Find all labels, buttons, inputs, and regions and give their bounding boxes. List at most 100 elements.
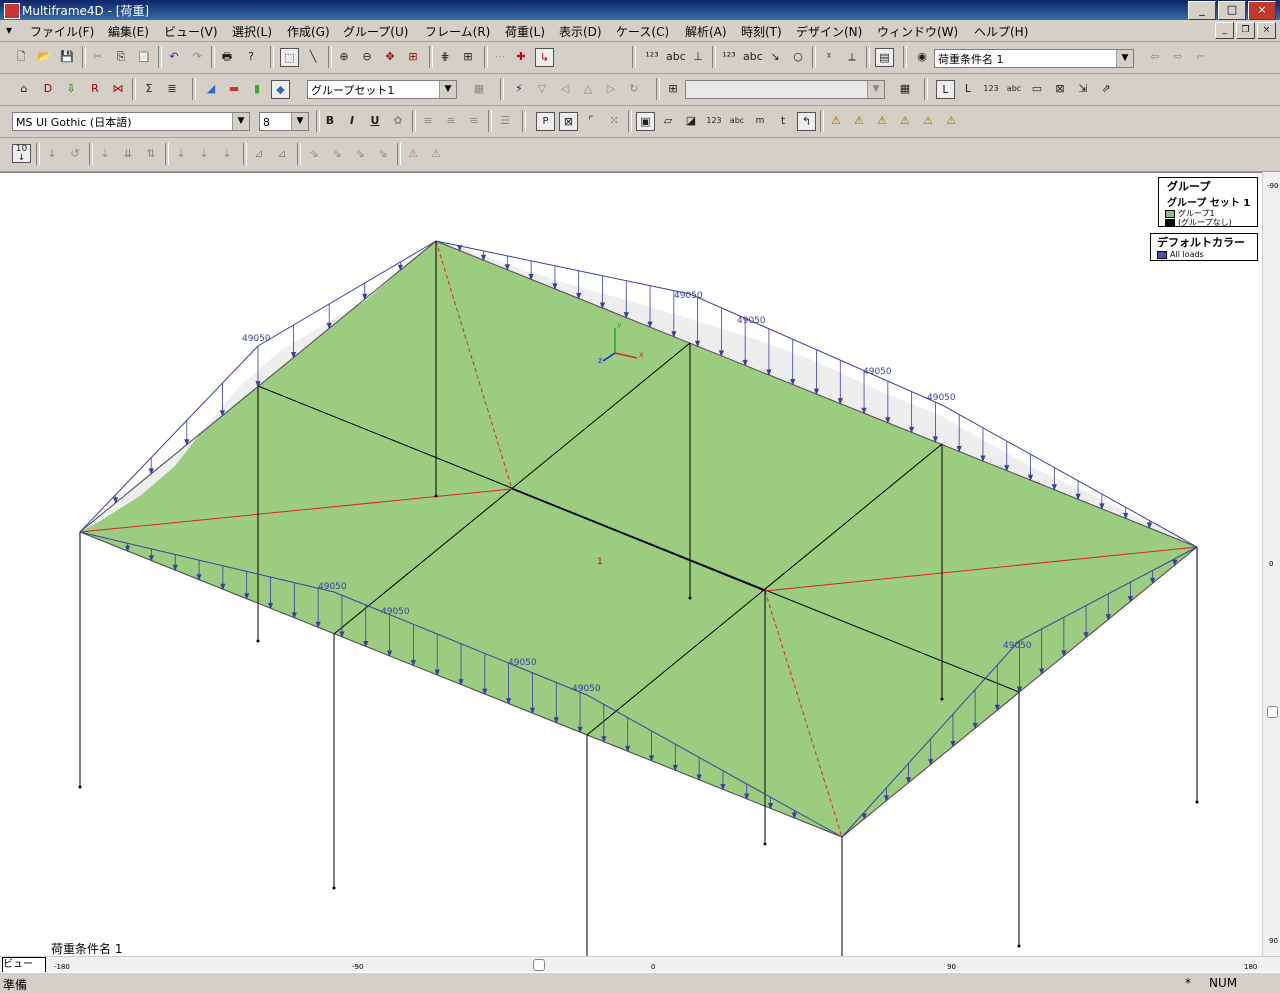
list-icon[interactable]: ☰ bbox=[496, 112, 514, 130]
load-case-select[interactable]: 荷重条件名 1 ▼ bbox=[934, 49, 1134, 68]
prev-case-icon[interactable]: ⇦ bbox=[1146, 48, 1164, 66]
label-results-icon[interactable]: ⇗ bbox=[1097, 80, 1115, 98]
render-section-icon[interactable]: ▮ bbox=[248, 80, 266, 98]
label-large-icon[interactable]: L bbox=[936, 80, 955, 99]
snap-grid-icon[interactable]: ⋯ bbox=[491, 48, 509, 66]
rotate-down-icon[interactable]: ▽ bbox=[533, 80, 551, 98]
menu-display[interactable]: 表示(D) bbox=[559, 23, 602, 40]
member-point-load-icon[interactable]: ⇣ bbox=[96, 145, 114, 163]
member-moment-icon[interactable]: ⇅ bbox=[142, 145, 160, 163]
cut-icon[interactable]: ✂ bbox=[89, 48, 107, 66]
next-case-icon[interactable]: ⇨ bbox=[1169, 48, 1187, 66]
save-icon[interactable]: 💾 bbox=[58, 48, 76, 66]
menu-design[interactable]: デザイン(N) bbox=[796, 23, 862, 40]
italic-button[interactable]: I bbox=[343, 112, 361, 130]
load-triangle-6-icon[interactable]: ⚠ bbox=[942, 112, 960, 130]
plate-thickness-icon[interactable]: t bbox=[774, 112, 792, 130]
rotate-right-icon[interactable]: ▷ bbox=[602, 80, 620, 98]
load-triangle-3-icon[interactable]: ⚠ bbox=[873, 112, 891, 130]
menu-time[interactable]: 時刻(T) bbox=[741, 23, 782, 40]
rotate-up-icon[interactable]: △ bbox=[579, 80, 597, 98]
menu-select[interactable]: 選択(L) bbox=[232, 23, 272, 40]
thermal-load-icon[interactable]: ⊿ bbox=[250, 145, 268, 163]
area-load-2-icon[interactable]: ⚠ bbox=[427, 145, 445, 163]
minimize-button[interactable]: _ bbox=[1188, 1, 1216, 20]
render-flat-icon[interactable]: ◢ bbox=[202, 80, 220, 98]
snap-node-icon[interactable]: ✚ bbox=[512, 48, 530, 66]
text-style-icon[interactable]: ✿ bbox=[389, 112, 407, 130]
view-tab[interactable]: ビュー bbox=[2, 957, 46, 973]
plate-shade-icon[interactable]: ◪ bbox=[682, 112, 700, 130]
underline-button[interactable]: U bbox=[366, 112, 384, 130]
help-icon[interactable]: ? bbox=[242, 48, 260, 66]
plate-load-3-icon[interactable]: ⇘ bbox=[351, 145, 369, 163]
zoom-out-icon[interactable]: ⊖ bbox=[358, 48, 376, 66]
plate-load-2-icon[interactable]: ⇘ bbox=[328, 145, 346, 163]
render-solid-icon[interactable]: ◆ bbox=[271, 80, 290, 99]
diagram-view-icon[interactable]: ⋈ bbox=[109, 80, 127, 98]
plate-dots-icon[interactable]: ⁙ bbox=[605, 112, 623, 130]
close-button[interactable]: × bbox=[1248, 1, 1276, 20]
select-box-icon[interactable]: ⬚ bbox=[280, 48, 299, 67]
label-load-icon[interactable]: ⇲ bbox=[1074, 80, 1092, 98]
global-load-2-icon[interactable]: ⇣ bbox=[195, 145, 213, 163]
align-center-icon[interactable]: ≡ bbox=[442, 112, 460, 130]
plate-label-icon[interactable]: abc bbox=[728, 112, 746, 130]
menu-group[interactable]: グループ(U) bbox=[343, 23, 408, 40]
plate-number-icon[interactable]: 123 bbox=[705, 112, 723, 130]
plate-diag-icon[interactable]: ⊠ bbox=[559, 112, 578, 131]
table-icon[interactable]: ⊞ bbox=[664, 80, 682, 98]
vertical-slider-thumb[interactable] bbox=[1267, 706, 1278, 718]
node-supports-icon[interactable]: ⊥ bbox=[689, 48, 707, 66]
moment-load-icon[interactable]: ↺ bbox=[66, 145, 84, 163]
label-panel-icon[interactable]: ⊠ bbox=[1051, 80, 1069, 98]
menu-window[interactable]: ウィンドウ(W) bbox=[877, 23, 958, 40]
maximize-button[interactable]: □ bbox=[1218, 1, 1246, 20]
member-releases-icon[interactable]: ○ bbox=[789, 48, 807, 66]
plate-outline-icon[interactable]: ▱ bbox=[659, 112, 677, 130]
menu-file[interactable]: ファイル(F) bbox=[30, 23, 94, 40]
menu-edit[interactable]: 編集(E) bbox=[108, 23, 149, 40]
load-view-icon[interactable]: ⇩ bbox=[62, 80, 80, 98]
load-case-icon[interactable]: ◉ bbox=[913, 48, 931, 66]
menu-help[interactable]: ヘルプ(H) bbox=[974, 23, 1028, 40]
label-frame-icon[interactable]: ▭ bbox=[1028, 80, 1046, 98]
plate-fill-icon[interactable]: ▣ bbox=[636, 112, 655, 131]
paste-icon[interactable]: 📋 bbox=[135, 48, 153, 66]
new-file-icon[interactable]: 🗋 bbox=[12, 48, 30, 66]
member-axes-icon[interactable]: ↘ bbox=[766, 48, 784, 66]
align-left-icon[interactable]: ≡ bbox=[419, 112, 437, 130]
pan-icon[interactable]: ✥ bbox=[381, 48, 399, 66]
point-load-icon[interactable]: ↓ bbox=[43, 145, 61, 163]
spreadsheet-icon[interactable]: ▤ bbox=[875, 48, 894, 67]
grid-columns-icon[interactable]: ⋕ bbox=[436, 48, 454, 66]
load-triangle-1-icon[interactable]: ⚠ bbox=[827, 112, 845, 130]
menu-create[interactable]: 作成(G) bbox=[287, 23, 330, 40]
disabled-select[interactable]: ▼ bbox=[685, 80, 885, 99]
global-load-1-icon[interactable]: ⇣ bbox=[172, 145, 190, 163]
load-triangle-2-icon[interactable]: ⚠ bbox=[850, 112, 868, 130]
prestrain-load-icon[interactable]: ⊿ bbox=[273, 145, 291, 163]
print-icon[interactable]: 🖶 bbox=[218, 48, 236, 66]
group-table-icon[interactable]: ▦ bbox=[470, 80, 488, 98]
plate-mode-icon[interactable]: P bbox=[536, 112, 555, 131]
menu-frame[interactable]: フレーム(R) bbox=[425, 23, 490, 40]
doc-menu-icon[interactable]: ▾ bbox=[6, 23, 12, 37]
menu-load[interactable]: 荷重(L) bbox=[505, 23, 545, 40]
design-view-icon[interactable]: D bbox=[39, 80, 57, 98]
plate-material-icon[interactable]: m bbox=[751, 112, 769, 130]
redo-icon[interactable]: ↷ bbox=[188, 48, 206, 66]
member-numbers-icon[interactable]: ¹²³ bbox=[720, 48, 738, 66]
undo-icon[interactable]: ↶ bbox=[165, 48, 183, 66]
load-scale-button[interactable]: 10 ↓ bbox=[12, 144, 31, 163]
grid-rows-icon[interactable]: ⊞ bbox=[459, 48, 477, 66]
plate-load-4-icon[interactable]: ⇘ bbox=[374, 145, 392, 163]
horizontal-slider-thumb[interactable] bbox=[533, 959, 545, 971]
doc-restore-button[interactable]: ❐ bbox=[1236, 22, 1255, 39]
member-labels-icon[interactable]: abc bbox=[743, 48, 763, 66]
rotate-left-icon[interactable]: ◁ bbox=[556, 80, 574, 98]
results-view-icon[interactable]: R bbox=[86, 80, 104, 98]
render-member-icon[interactable]: ▬ bbox=[225, 80, 243, 98]
orbit-icon[interactable]: ↻ bbox=[625, 80, 643, 98]
bold-button[interactable]: B bbox=[321, 112, 339, 130]
